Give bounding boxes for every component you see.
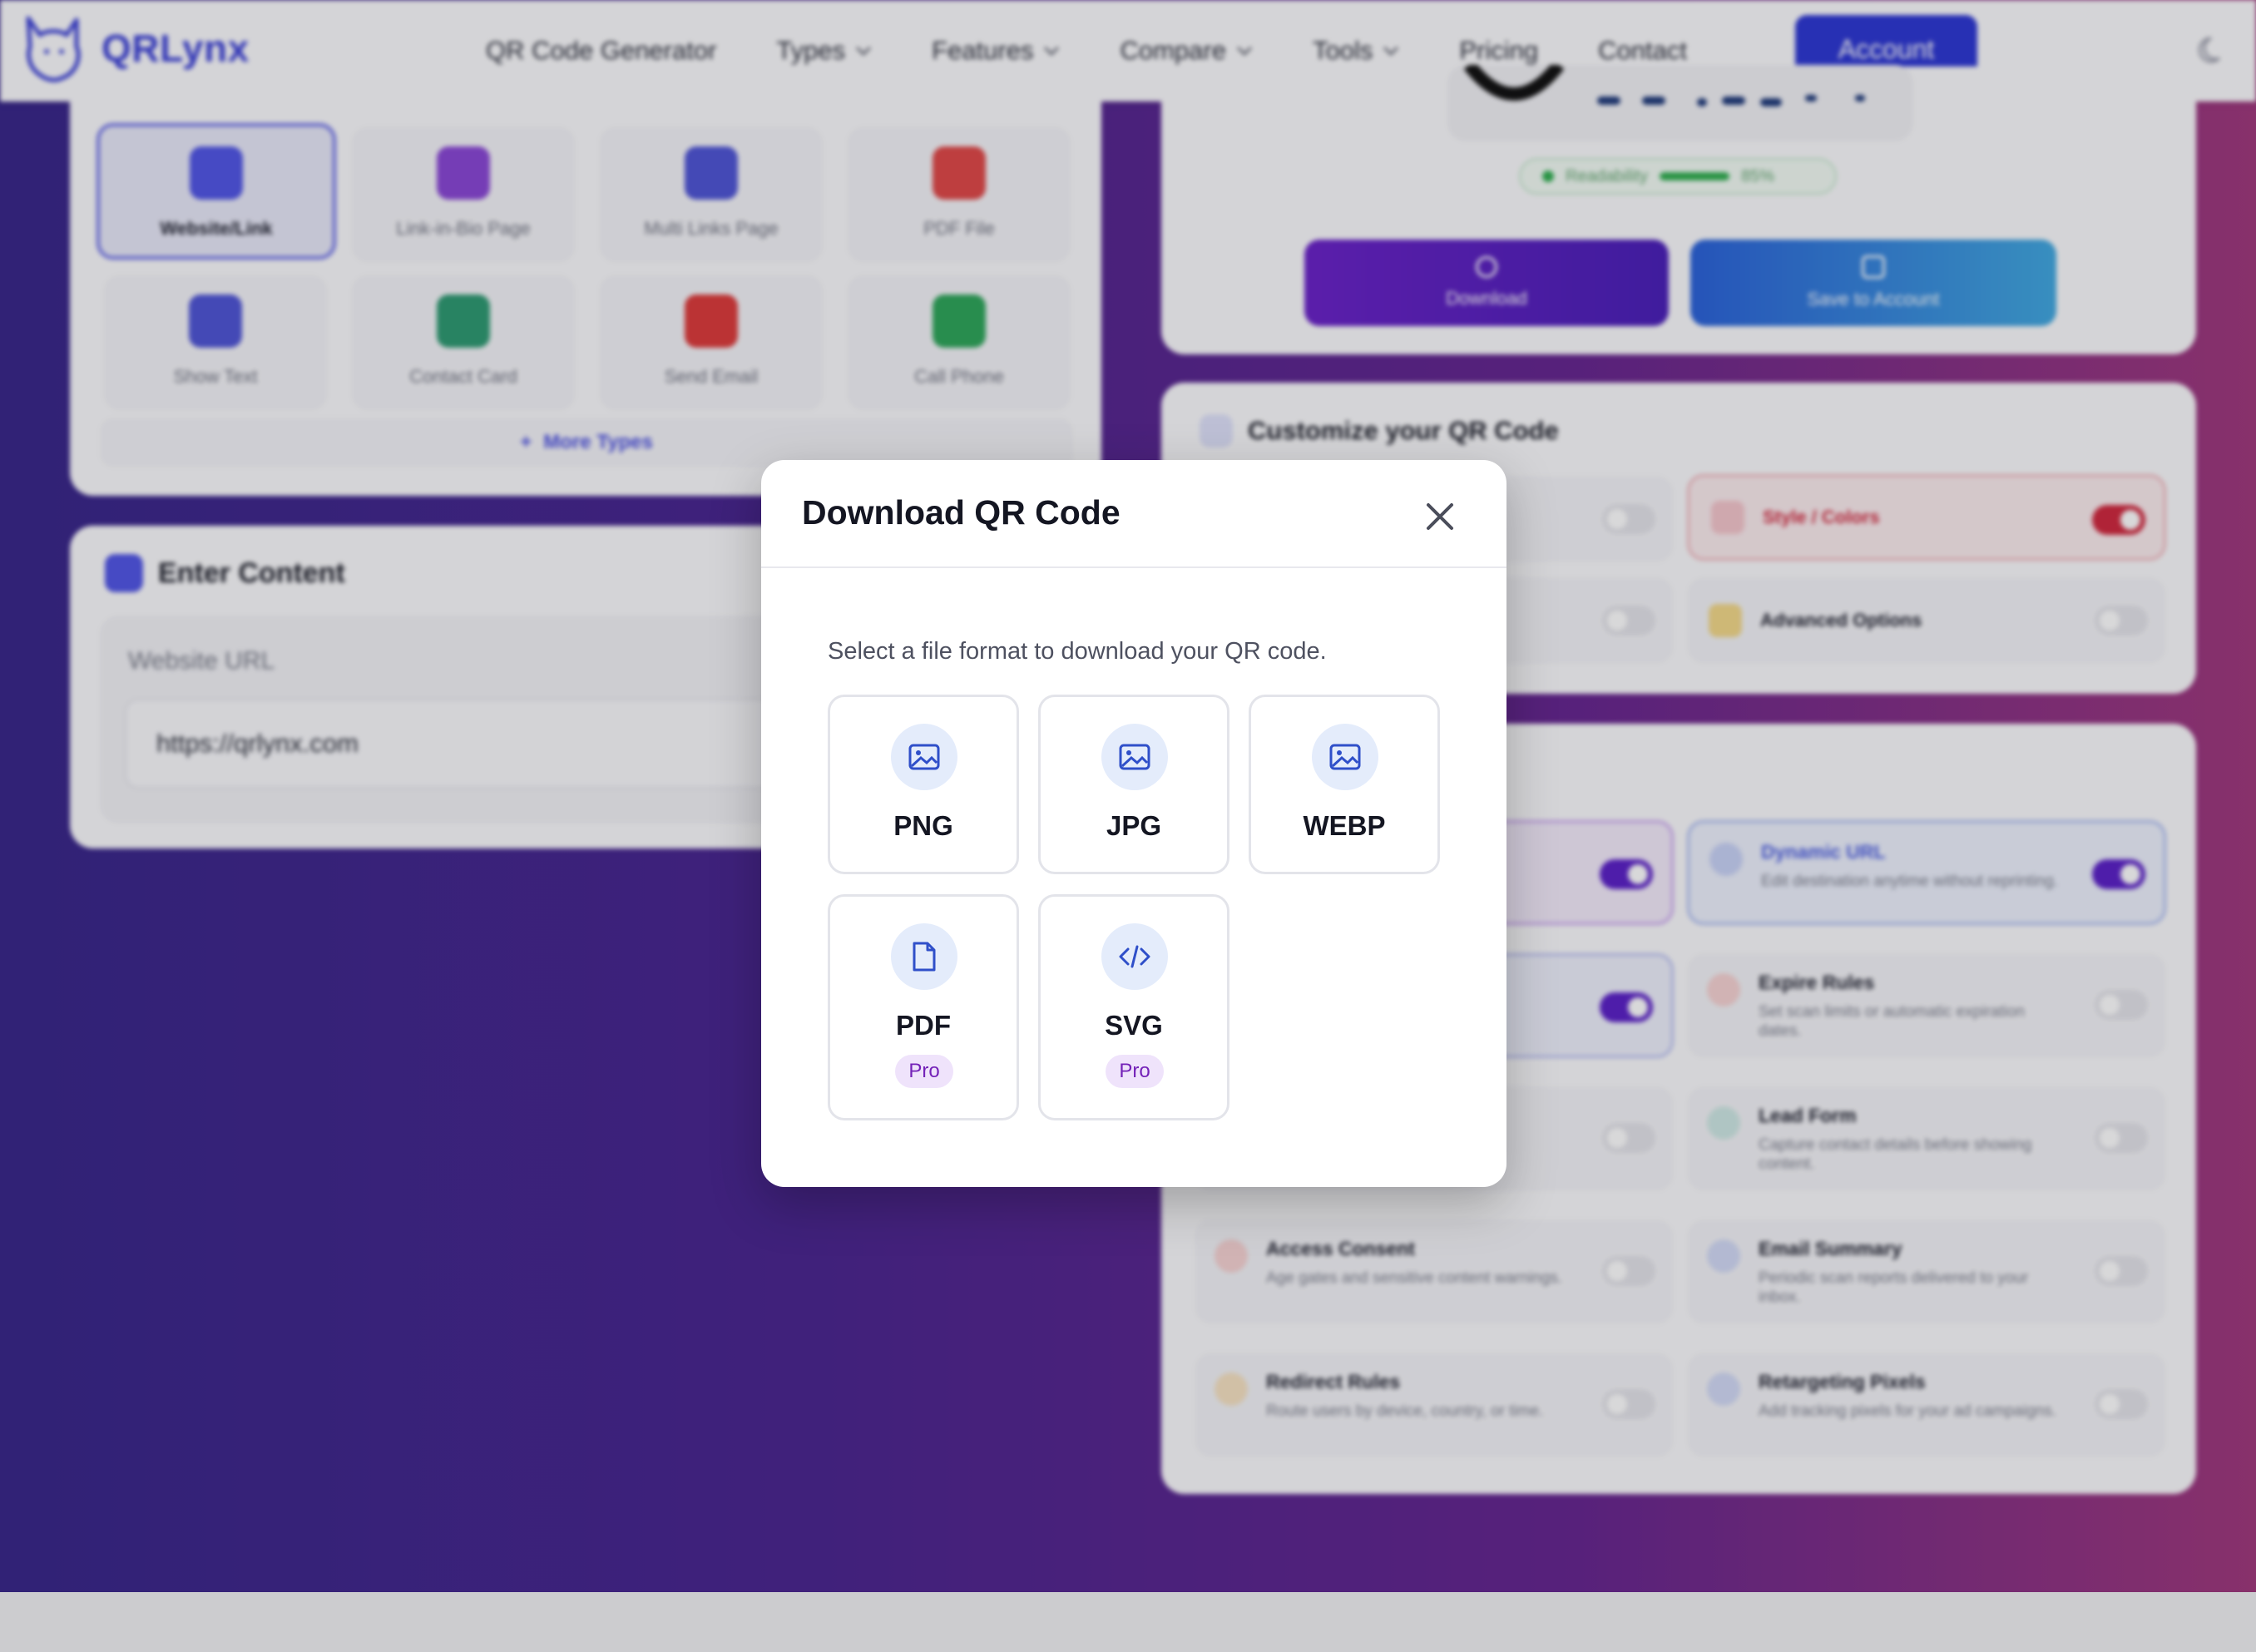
format-png-button[interactable]: PNG <box>828 695 1019 874</box>
image-icon <box>908 744 940 770</box>
download-modal: Download QR Code Select a file format to… <box>761 460 1506 1187</box>
pro-badge: Pro <box>895 1055 953 1088</box>
format-icon-circle <box>1101 724 1168 790</box>
format-name: PDF <box>896 1010 951 1041</box>
code-icon <box>1119 945 1150 968</box>
format-icon-circle <box>891 724 957 790</box>
format-pdf-button[interactable]: PDF Pro <box>828 894 1019 1120</box>
modal-divider <box>761 566 1506 568</box>
format-name: PNG <box>893 810 953 841</box>
format-icon-circle <box>891 923 957 990</box>
format-name: SVG <box>1105 1010 1163 1041</box>
format-webp-button[interactable]: WEBP <box>1249 695 1440 874</box>
modal-subtitle: Select a file format to download your QR… <box>828 638 1327 665</box>
file-icon <box>913 942 936 972</box>
format-name: JPG <box>1106 810 1162 841</box>
image-icon <box>1329 744 1361 770</box>
pro-badge: Pro <box>1106 1055 1164 1088</box>
format-name: WEBP <box>1303 810 1386 841</box>
format-icon-circle <box>1312 724 1378 790</box>
modal-title: Download QR Code <box>802 493 1121 532</box>
format-jpg-button[interactable]: JPG <box>1038 695 1229 874</box>
image-icon <box>1119 744 1150 770</box>
close-icon[interactable] <box>1420 497 1460 537</box>
format-svg-button[interactable]: SVG Pro <box>1038 894 1229 1120</box>
format-icon-circle <box>1101 923 1168 990</box>
